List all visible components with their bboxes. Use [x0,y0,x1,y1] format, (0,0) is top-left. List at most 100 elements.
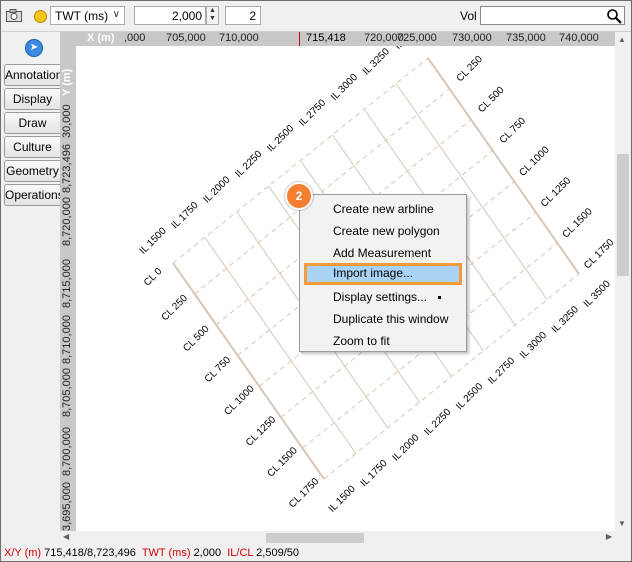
crossline-label: CL 1500 [561,206,596,241]
inline-label: IL 1750 [170,200,201,231]
status-xy-value: 715,418/8,723,496 [44,547,136,559]
status-twt-value: 2,000 [193,547,222,559]
inline-label: IL 2750 [486,355,517,386]
inline-label: IL 1750 [359,458,390,489]
menu-item-create-new-polygon[interactable]: Create new polygon [333,221,463,241]
x-tick-label: ,000 [124,32,146,44]
tab-operations[interactable]: Operations [4,184,64,206]
inline-label: IL 2500 [265,123,296,154]
tab-display[interactable]: Display [4,88,60,110]
y-tick-label: 3,695,000 [61,482,73,531]
crossline-label: CL 0 [437,46,460,49]
vertical-scroll-thumb[interactable] [617,154,629,276]
y-tick-label: 8,700,000 [61,427,73,476]
horizontal-scroll-thumb[interactable] [266,533,364,543]
tab-culture[interactable]: Culture [4,136,60,158]
search-icon[interactable] [606,8,622,24]
x-cursor-marker [299,32,300,46]
vol-search-input[interactable] [480,6,625,25]
tab-annotation[interactable]: Annotation [4,64,62,86]
y-tick-label: 8,710,000 [61,315,73,364]
inline-label: IL 1500 [138,225,169,256]
y-axis-ruler: Y (m) 30,000 8,723,496 8,720,000 8,715,000 8… [60,46,76,531]
toolbar: TWT (ms) ∨ 2,000 ▲ ▼ 2 Vol [1,1,631,32]
scroll-left-icon[interactable]: ◀ [63,532,69,541]
inline-label: IL 3500 [393,46,424,52]
inline-label: IL 3250 [550,304,581,335]
x-tick-label: 705,000 [166,32,206,44]
depth-spinner[interactable]: ▲ ▼ [206,6,219,25]
x-tick-label: 710,000 [219,32,259,44]
x-axis-label: X (m) [87,32,115,44]
depth-value-input[interactable]: 2,000 [134,6,206,25]
y-tick-label: 30,000 [61,104,73,138]
arrow-right-icon[interactable]: ➤ [25,39,43,57]
crossline-label: CL 1000 [517,144,552,179]
basemap-window: TWT (ms) ∨ 2,000 ▲ ▼ 2 Vol ➤ Annotation D… [0,0,632,562]
crossline-label: CL 500 [476,84,507,115]
menu-item-duplicate-this-window[interactable]: Duplicate this window [333,309,463,329]
inline-label: IL 2000 [390,432,421,463]
inline-label: IL 3250 [361,46,392,77]
inline-label: IL 2000 [201,174,232,205]
vol-label: Vol [460,9,477,23]
tab-geometry[interactable]: Geometry [4,160,60,182]
menu-item-add-measurement[interactable]: Add Measurement [333,243,463,263]
status-bar: X/Y (m) 715,418/8,723,496 TWT (ms) 2,000… [1,546,631,561]
tab-draw[interactable]: Draw [4,112,60,134]
status-ilcl-label: IL/CL [227,547,254,559]
crossline-label: CL 1750 [287,476,322,511]
x-axis-ruler: X (m) ,000 705,000 710,000 715,418 720,000 72… [60,32,615,46]
spin-up-icon[interactable]: ▲ [207,7,218,15]
horizontal-scrollbar[interactable]: ◀ ▶ [60,531,615,545]
domain-select-value: TWT (ms) [55,9,109,23]
inline-label: IL 3000 [518,330,549,361]
crossline-label: CL 250 [160,293,191,324]
inline-label: IL 3000 [329,72,360,103]
status-twt-label: TWT (ms) [141,547,191,559]
crossline-label: CL 1500 [266,445,301,480]
x-tick-label: 735,000 [506,32,546,44]
inline-label: IL 2750 [297,97,328,128]
crossline-label: CL 500 [181,323,212,354]
x-tick-label: 730,000 [452,32,492,44]
status-xy-label: X/Y (m) [4,547,42,559]
crossline-label: CL 250 [455,54,486,85]
crossline-label: CL 750 [203,354,234,385]
inline-label: IL 2250 [422,406,453,437]
y-tick-label: 8,705,000 [61,368,73,417]
inline-label: IL 2500 [454,381,485,412]
spin-down-icon[interactable]: ▼ [207,15,218,23]
y-tick-label: 8,715,000 [61,259,73,308]
menu-item-create-new-arbline[interactable]: Create new arbline [333,199,463,219]
scroll-down-icon[interactable]: ▼ [618,519,626,528]
domain-select[interactable]: TWT (ms) ∨ [50,6,125,25]
context-menu: Create new arbline Create new polygon Add … [299,194,467,352]
crossline-label: CL 1750 [582,237,615,272]
crossline-label: CL 750 [498,115,529,146]
x-tick-label: 740,000 [559,32,599,44]
camera-icon[interactable] [6,9,22,22]
scroll-right-icon[interactable]: ▶ [606,532,612,541]
crossline-label: CL 0 [142,266,165,289]
inline-label: IL 1500 [327,483,358,514]
scroll-up-icon[interactable]: ▲ [618,35,626,44]
y-tick-label: 8,720,000 [61,197,73,246]
inline-label: IL 2250 [233,148,264,179]
status-ilcl-value: 2,509/50 [256,547,299,559]
step-input[interactable]: 2 [225,6,261,25]
inline-label: IL 3500 [582,278,613,309]
vertical-scrollbar[interactable]: ▲ ▼ [615,32,631,531]
status-dot-icon [34,10,47,23]
x-tick-label: 715,418 [306,32,346,44]
chevron-down-icon: ∨ [112,9,120,20]
menu-item-import-image[interactable]: Import image... [333,263,463,283]
x-tick-label: 725,000 [397,32,437,44]
menu-item-zoom-to-fit[interactable]: Zoom to fit [333,331,463,351]
crossline-label: CL 1000 [222,383,257,418]
crossline-label: CL 1250 [244,414,279,449]
y-axis-label: Y (m) [61,68,73,96]
menu-item-display-settings[interactable]: Display settings... [333,287,463,307]
y-tick-label: 8,723,496 [61,144,73,193]
crossline-label: CL 1250 [539,175,574,210]
